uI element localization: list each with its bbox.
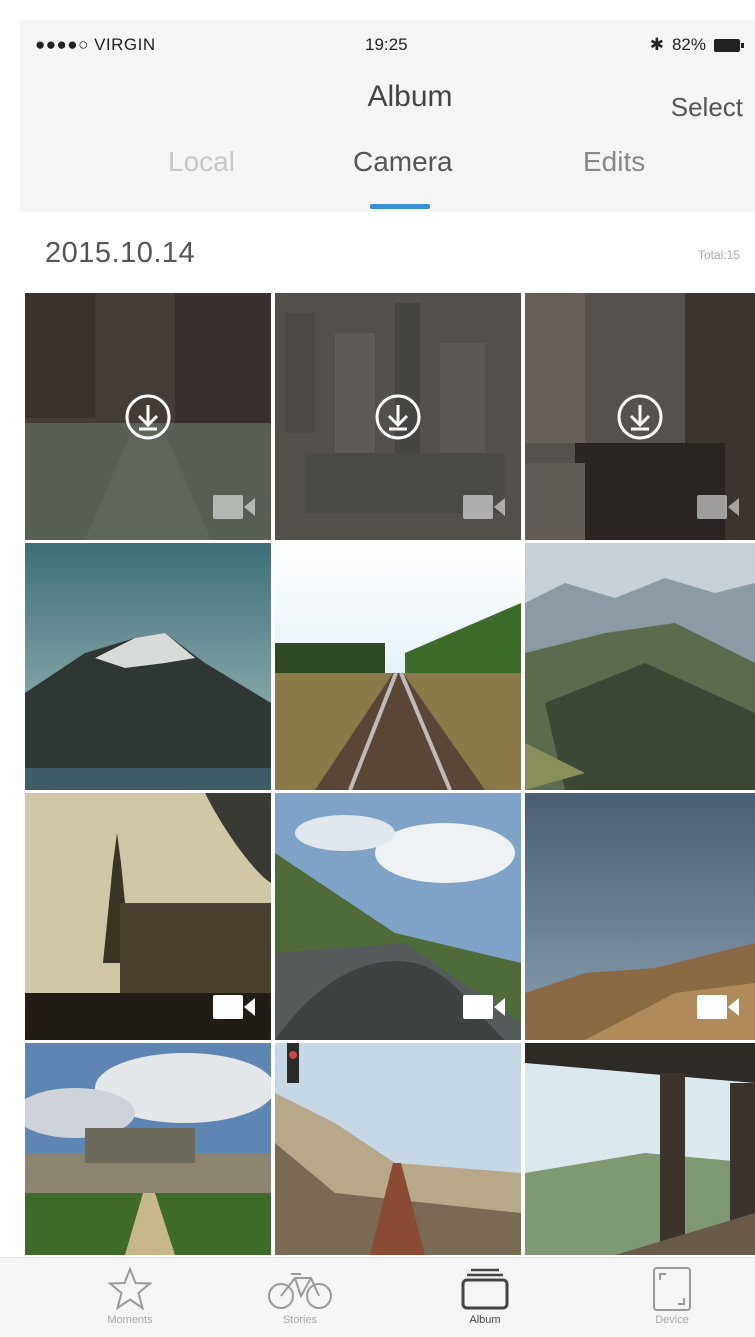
tab-bar-label: Device bbox=[655, 1314, 689, 1326]
bottom-tab-bar: Moments Stories Album Device bbox=[0, 1257, 755, 1337]
status-bar: ●●●●○ VIRGIN 19:25 ✱ 82% bbox=[35, 30, 745, 60]
photo-thumbnail[interactable] bbox=[25, 793, 271, 1040]
album-icon bbox=[461, 1268, 509, 1310]
photo-thumbnail[interactable] bbox=[275, 543, 521, 790]
tab-bar-label: Album bbox=[469, 1314, 501, 1326]
tab-edits[interactable]: Edits bbox=[583, 146, 645, 178]
video-icon bbox=[213, 494, 255, 520]
photo-thumbnail[interactable] bbox=[525, 1043, 755, 1255]
section-date: 2015.10.14 bbox=[45, 237, 196, 269]
download-icon[interactable] bbox=[616, 393, 664, 441]
photo-thumbnail[interactable] bbox=[525, 543, 755, 790]
photo-thumbnail[interactable] bbox=[275, 793, 521, 1040]
select-button[interactable]: Select bbox=[671, 92, 743, 123]
photo-thumbnail[interactable] bbox=[275, 293, 521, 540]
section-header: 2015.10.14 Total:15 bbox=[45, 232, 745, 278]
download-icon[interactable] bbox=[374, 393, 422, 441]
tab-bar-item-device[interactable]: Device bbox=[612, 1266, 732, 1326]
tab-bar-item-stories[interactable]: Stories bbox=[240, 1266, 360, 1326]
photo-thumbnail[interactable] bbox=[25, 293, 271, 540]
battery-percent: 82% bbox=[671, 35, 706, 54]
active-tab-indicator bbox=[370, 204, 430, 209]
photo-thumbnail[interactable] bbox=[525, 293, 755, 540]
carrier-label: ●●●●○ VIRGIN bbox=[35, 35, 156, 54]
photo-thumbnail[interactable] bbox=[25, 1043, 271, 1255]
status-right: ✱ 82% bbox=[649, 35, 744, 55]
video-icon bbox=[213, 994, 255, 1020]
album-tabs: Local Camera Edits bbox=[20, 146, 755, 212]
video-icon bbox=[697, 994, 739, 1020]
tab-bar-item-album[interactable]: Album bbox=[425, 1266, 545, 1326]
section-total: Total:15 bbox=[697, 248, 740, 262]
video-icon bbox=[463, 494, 505, 520]
photo-grid bbox=[25, 293, 755, 1255]
tab-bar-label: Moments bbox=[107, 1314, 153, 1326]
device-icon bbox=[653, 1267, 691, 1311]
clock: 19:25 bbox=[365, 35, 408, 54]
page-title: Album bbox=[367, 80, 453, 113]
tab-local[interactable]: Local bbox=[168, 146, 235, 178]
photo-thumbnail[interactable] bbox=[525, 793, 755, 1040]
video-icon bbox=[697, 494, 739, 520]
bluetooth-icon: ✱ bbox=[649, 35, 664, 54]
video-icon bbox=[463, 994, 505, 1020]
album-screen: ●●●●○ VIRGIN 19:25 ✱ 82% Album Select Lo… bbox=[0, 0, 755, 1337]
battery-icon bbox=[714, 38, 744, 52]
tab-bar-item-moments[interactable]: Moments bbox=[70, 1266, 190, 1326]
download-icon[interactable] bbox=[124, 393, 172, 441]
photo-thumbnail[interactable] bbox=[275, 1043, 521, 1255]
tab-camera[interactable]: Camera bbox=[353, 146, 453, 178]
photo-thumbnail[interactable] bbox=[25, 543, 271, 790]
bicycle-icon bbox=[268, 1273, 332, 1309]
tab-bar-label: Stories bbox=[282, 1314, 318, 1326]
star-icon bbox=[107, 1266, 153, 1311]
